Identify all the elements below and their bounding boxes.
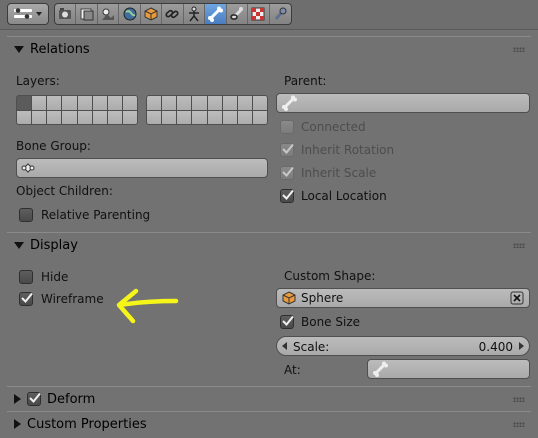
bone-icon bbox=[373, 361, 388, 377]
bone-icon bbox=[208, 6, 224, 22]
wrench-icon bbox=[275, 7, 287, 20]
bone-group-label: Bone Group: bbox=[16, 139, 91, 153]
object-icon bbox=[282, 291, 296, 305]
tab-armature-data[interactable] bbox=[184, 4, 206, 24]
group-bone-icon bbox=[21, 163, 35, 173]
bone-group-field[interactable] bbox=[16, 158, 268, 178]
editor-type-button[interactable] bbox=[7, 3, 49, 25]
scale-number-field[interactable]: Scale: 0.400 bbox=[276, 336, 530, 356]
tab-bone-constraints[interactable] bbox=[227, 4, 249, 24]
tab-render[interactable] bbox=[55, 4, 77, 24]
tab-constraints[interactable] bbox=[162, 4, 184, 24]
tab-world[interactable] bbox=[119, 4, 141, 24]
tab-render-layers[interactable] bbox=[76, 4, 98, 24]
deform-checkbox[interactable] bbox=[27, 392, 41, 406]
properties-header bbox=[0, 0, 538, 30]
drag-grip-icon[interactable] bbox=[513, 422, 525, 427]
tab-modifiers[interactable] bbox=[270, 4, 291, 24]
relations-panel: Relations Layers: Bone Group: Object Chi… bbox=[7, 36, 531, 232]
tab-object[interactable] bbox=[141, 4, 163, 24]
at-label: At: bbox=[284, 363, 301, 377]
drag-grip-icon[interactable] bbox=[513, 243, 525, 248]
inherit-scale-label: Inherit Scale bbox=[301, 166, 377, 180]
object-data-armature-icon bbox=[188, 6, 199, 22]
inherit-rotation-label: Inherit Rotation bbox=[301, 143, 395, 157]
clear-x-icon[interactable] bbox=[510, 291, 524, 305]
checkmark-icon bbox=[282, 143, 294, 154]
checkmark-icon bbox=[282, 189, 294, 200]
tab-scene[interactable] bbox=[98, 4, 120, 24]
bone-layers-grid-right[interactable] bbox=[146, 95, 268, 125]
custom-properties-title: Custom Properties bbox=[27, 416, 147, 432]
collapse-triangle-icon bbox=[14, 45, 24, 53]
wireframe-checkbox[interactable] bbox=[19, 292, 33, 306]
custom-properties-panel: Custom Properties bbox=[7, 411, 531, 438]
display-panel-header[interactable]: Display bbox=[7, 233, 531, 257]
custom-shape-value: Sphere bbox=[301, 291, 344, 305]
context-tabs bbox=[54, 3, 292, 25]
drag-grip-icon[interactable] bbox=[513, 397, 525, 402]
bone-size-checkbox[interactable] bbox=[280, 315, 294, 329]
wireframe-label: Wireframe bbox=[41, 292, 104, 306]
display-panel: Display Hide Wireframe Custom Shape: Sph… bbox=[7, 232, 531, 386]
checkmark-icon bbox=[282, 315, 294, 326]
relative-parenting-checkbox[interactable] bbox=[19, 208, 33, 222]
drag-grip-icon[interactable] bbox=[513, 47, 525, 52]
relations-title: Relations bbox=[30, 41, 90, 57]
connected-label: Connected bbox=[301, 120, 366, 134]
checkmark-icon bbox=[21, 292, 33, 303]
custom-properties-panel-header[interactable]: Custom Properties bbox=[7, 412, 531, 436]
render-layers-icon bbox=[80, 8, 94, 21]
custom-shape-field[interactable]: Sphere bbox=[276, 288, 530, 308]
relative-parenting-label: Relative Parenting bbox=[41, 208, 151, 222]
layers-label: Layers: bbox=[16, 74, 60, 88]
tab-bone[interactable] bbox=[205, 4, 227, 24]
display-title: Display bbox=[30, 237, 78, 253]
checkmark-icon bbox=[29, 392, 41, 403]
collapse-triangle-icon bbox=[14, 241, 24, 249]
parent-field[interactable] bbox=[276, 93, 530, 113]
render-icon bbox=[59, 8, 72, 19]
hide-label: Hide bbox=[41, 270, 69, 284]
expand-triangle-icon bbox=[14, 419, 21, 429]
at-bone-field[interactable] bbox=[367, 359, 530, 379]
deform-panel-header[interactable]: Deform bbox=[7, 387, 531, 411]
connected-checkbox[interactable] bbox=[280, 120, 294, 134]
world-icon bbox=[123, 7, 137, 21]
expand-triangle-icon bbox=[14, 394, 21, 404]
properties-editor-icon bbox=[14, 8, 42, 19]
hide-checkbox[interactable] bbox=[19, 270, 33, 284]
scale-label: Scale: bbox=[293, 340, 330, 354]
relations-panel-header[interactable]: Relations bbox=[7, 37, 531, 61]
deform-panel: Deform bbox=[7, 386, 531, 411]
local-location-label: Local Location bbox=[301, 189, 387, 203]
deform-title: Deform bbox=[47, 391, 96, 407]
annotation-arrow bbox=[116, 288, 179, 324]
checkmark-icon bbox=[282, 166, 294, 177]
custom-shape-label: Custom Shape: bbox=[284, 269, 376, 283]
object-children-label: Object Children: bbox=[16, 184, 113, 198]
decrement-arrow-icon[interactable] bbox=[282, 342, 287, 350]
bone-size-label: Bone Size bbox=[301, 315, 361, 329]
scene-icon bbox=[102, 8, 115, 20]
local-location-checkbox[interactable] bbox=[280, 189, 294, 203]
bone-constraints-icon bbox=[230, 7, 243, 20]
bone-layers-grid-left[interactable] bbox=[16, 95, 138, 125]
inherit-scale-checkbox[interactable] bbox=[280, 166, 294, 180]
parent-label: Parent: bbox=[284, 74, 327, 88]
constraints-icon bbox=[165, 9, 180, 19]
increment-arrow-icon[interactable] bbox=[519, 342, 524, 350]
texture-icon bbox=[251, 7, 265, 21]
bone-icon bbox=[282, 95, 297, 111]
tab-texture[interactable] bbox=[248, 4, 270, 24]
inherit-rotation-checkbox[interactable] bbox=[280, 143, 294, 157]
scale-value: 0.400 bbox=[478, 340, 513, 354]
object-icon bbox=[144, 7, 158, 21]
